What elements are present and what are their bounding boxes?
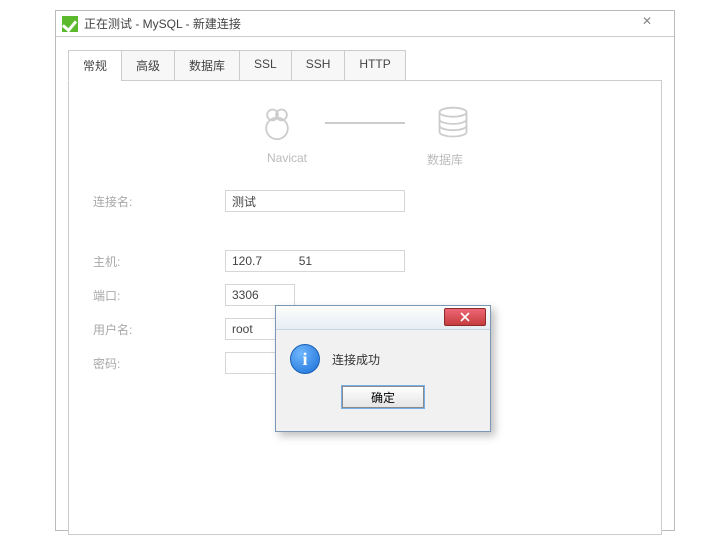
tab-ssh[interactable]: SSH xyxy=(291,50,346,81)
tab-ssl[interactable]: SSL xyxy=(239,50,292,81)
conn-name-input[interactable] xyxy=(225,190,405,212)
window-close-button[interactable]: ✕ xyxy=(624,13,670,31)
connector-line xyxy=(325,122,405,124)
dialog-message: 连接成功 xyxy=(332,351,380,368)
tab-general[interactable]: 常规 xyxy=(68,50,122,81)
user-label: 用户名: xyxy=(93,321,225,338)
database-label: 数据库 xyxy=(427,151,463,168)
header-labels: Navicat 数据库 xyxy=(93,151,637,168)
navicat-icon xyxy=(259,105,295,141)
navicat-label: Navicat xyxy=(267,151,307,168)
titlebar: 正在测试 - MySQL - 新建连接 ✕ xyxy=(56,11,674,37)
info-icon: i xyxy=(290,344,320,374)
tab-http[interactable]: HTTP xyxy=(344,50,405,81)
port-input[interactable] xyxy=(225,284,295,306)
password-label: 密码: xyxy=(93,355,225,372)
message-dialog: i 连接成功 确定 xyxy=(275,305,491,432)
header-illustration xyxy=(93,99,637,147)
ok-button[interactable]: 确定 xyxy=(342,386,424,408)
dialog-close-button[interactable] xyxy=(444,308,486,326)
window-title: 正在测试 - MySQL - 新建连接 xyxy=(84,15,241,32)
app-icon xyxy=(62,16,78,32)
tab-bar: 常规 高级 数据库 SSL SSH HTTP xyxy=(68,50,662,81)
tab-advanced[interactable]: 高级 xyxy=(121,50,175,81)
tab-database[interactable]: 数据库 xyxy=(174,50,240,81)
main-window: 正在测试 - MySQL - 新建连接 ✕ 常规 高级 数据库 SSL SSH … xyxy=(55,10,675,531)
port-label: 端口: xyxy=(93,287,225,304)
host-label: 主机: xyxy=(93,253,225,270)
close-icon xyxy=(460,312,470,322)
host-input[interactable] xyxy=(225,250,405,272)
dialog-footer: 确定 xyxy=(276,380,490,418)
database-icon xyxy=(435,105,471,141)
conn-name-label: 连接名: xyxy=(93,193,225,210)
dialog-titlebar xyxy=(276,306,490,330)
dialog-body: i 连接成功 xyxy=(276,330,490,380)
